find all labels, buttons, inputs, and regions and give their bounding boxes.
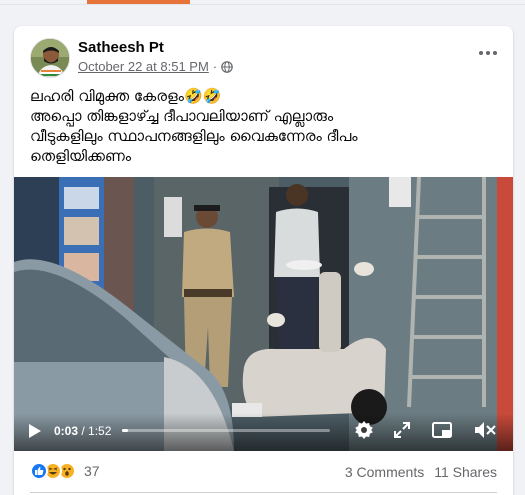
fullscreen-icon[interactable] xyxy=(394,422,410,438)
video-progress-fill xyxy=(122,429,129,432)
shares-count[interactable]: 11 Shares xyxy=(434,464,497,480)
miniplayer-icon[interactable] xyxy=(432,422,452,438)
post-stats: 3 Comments 11 Shares xyxy=(345,464,497,480)
post-caption: ലഹരി വിമുക്ത കേരളം🤣🤣 അപ്പൊ തിങ്കളാഴ്ച്ച … xyxy=(30,86,500,166)
top-divider xyxy=(0,4,525,5)
video-current-time: 0:03 xyxy=(54,424,79,438)
globe-icon xyxy=(221,60,233,73)
video-time: 0:03 / 1:52 xyxy=(54,424,112,438)
video-progress-bar[interactable] xyxy=(122,429,330,432)
author-name[interactable]: Satheesh Pt xyxy=(78,39,164,56)
like-reaction-icon xyxy=(30,462,48,480)
more-options-icon[interactable] xyxy=(477,42,499,64)
caption-line: അപ്പൊ തിങ്കളാഴ്ച്ച ദീപാവലിയാണ് എല്ലാരും xyxy=(30,107,334,125)
reactions-summary[interactable]: 37 xyxy=(30,462,100,480)
footer-divider xyxy=(30,492,497,493)
post-card: Satheesh Pt October 22 at 8:51 PM · ലഹരി… xyxy=(14,26,513,495)
play-icon[interactable] xyxy=(28,423,42,439)
avatar[interactable] xyxy=(30,38,70,78)
caption-line: തെളിയിക്കണം xyxy=(30,147,132,165)
video-duration: 1:52 xyxy=(88,424,112,438)
meta-separator: · xyxy=(212,59,218,74)
settings-icon[interactable] xyxy=(354,420,374,440)
post-header: Satheesh Pt October 22 at 8:51 PM · xyxy=(14,26,513,82)
video-player[interactable]: 0:03 / 1:52 xyxy=(14,177,513,451)
comments-count[interactable]: 3 Comments xyxy=(345,464,424,480)
post-meta: October 22 at 8:51 PM · xyxy=(78,59,233,74)
video-frame xyxy=(14,177,513,451)
volume-muted-icon[interactable] xyxy=(474,421,496,439)
caption-line: വീടുകളിലും സ്ഥാപനങ്ങളിലും വൈകുന്നേരം ദീപ… xyxy=(30,127,358,145)
post-timestamp[interactable]: October 22 at 8:51 PM xyxy=(78,59,209,74)
reaction-count[interactable]: 37 xyxy=(84,463,100,479)
caption-line: ലഹരി വിമുക്ത കേരളം🤣🤣 xyxy=(30,87,222,105)
